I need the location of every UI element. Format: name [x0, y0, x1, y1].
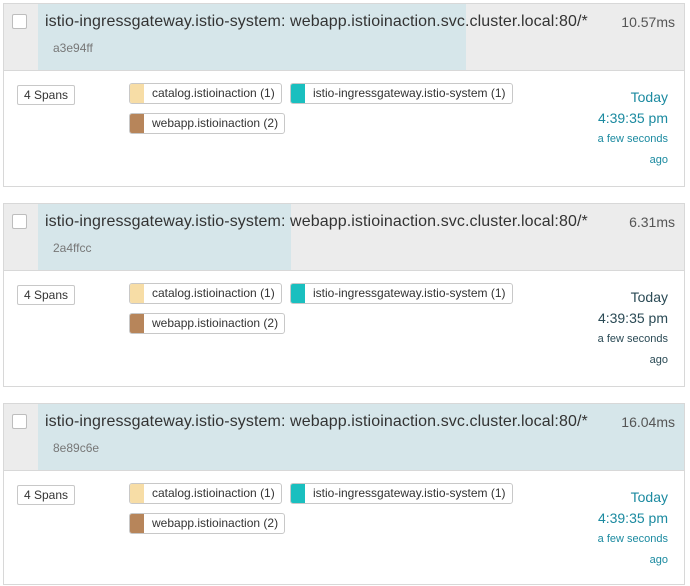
service-tag-catalog[interactable]: catalog.istioinaction (1) [129, 483, 282, 504]
service-tag-catalog[interactable]: catalog.istioinaction (1) [129, 83, 282, 104]
service-color-swatch [291, 84, 305, 103]
trace-card[interactable]: istio-ingressgateway.istio-system: webap… [3, 3, 685, 187]
service-tag-label: istio-ingressgateway.istio-system (1) [313, 86, 506, 100]
service-tag-label: catalog.istioinaction (1) [152, 86, 275, 100]
service-color-swatch [130, 484, 144, 503]
service-tag-webapp[interactable]: webapp.istioinaction (2) [129, 113, 286, 134]
time-ago: ago [649, 554, 668, 566]
service-tag-label: webapp.istioinaction (2) [152, 316, 279, 330]
service-tag-label: webapp.istioinaction (2) [152, 116, 279, 130]
trace-duration: 16.04ms [621, 414, 675, 430]
service-tag-webapp[interactable]: webapp.istioinaction (2) [129, 313, 286, 334]
service-tag-label: webapp.istioinaction (2) [152, 516, 279, 530]
time-day: Today [630, 89, 668, 105]
trace-duration: 10.57ms [621, 14, 675, 30]
trace-card-body: 4 Spans catalog.istioinaction (1) istio-… [4, 71, 684, 186]
time-relative: a few seconds [597, 133, 668, 145]
trace-title[interactable]: istio-ingressgateway.istio-system: webap… [45, 213, 588, 231]
service-color-swatch [130, 314, 144, 333]
trace-select-checkbox[interactable] [12, 14, 27, 29]
trace-card-header[interactable]: istio-ingressgateway.istio-system: webap… [4, 404, 684, 471]
spans-count-badge: 4 Spans [17, 285, 76, 305]
service-tag-label: istio-ingressgateway.istio-system (1) [313, 286, 506, 300]
time-ago: ago [649, 154, 668, 166]
trace-card-body: 4 Spans catalog.istioinaction (1) istio-… [4, 471, 684, 586]
service-color-swatch [291, 484, 305, 503]
time-day: Today [630, 289, 668, 305]
trace-card-header[interactable]: istio-ingressgateway.istio-system: webap… [4, 4, 684, 71]
service-tag-ingressgateway[interactable]: istio-ingressgateway.istio-system (1) [290, 483, 513, 504]
time-clock: 4:39:35 pm [597, 310, 668, 326]
service-tag-label: istio-ingressgateway.istio-system (1) [313, 486, 506, 500]
trace-select-checkbox[interactable] [12, 414, 27, 429]
service-tag-label: catalog.istioinaction (1) [152, 286, 275, 300]
spans-count-badge: 4 Spans [17, 85, 76, 105]
time-relative: a few seconds [597, 533, 668, 545]
service-tag-ingressgateway[interactable]: istio-ingressgateway.istio-system (1) [290, 283, 513, 304]
trace-card-body: 4 Spans catalog.istioinaction (1) istio-… [4, 271, 684, 386]
service-color-swatch [291, 284, 305, 303]
time-ago: ago [649, 354, 668, 366]
trace-id: 2a4ffcc [53, 241, 92, 255]
time-relative: a few seconds [597, 333, 668, 345]
service-color-swatch [130, 284, 144, 303]
service-tag-catalog[interactable]: catalog.istioinaction (1) [129, 283, 282, 304]
spans-count-badge: 4 Spans [17, 485, 76, 505]
service-color-swatch [130, 514, 144, 533]
trace-card[interactable]: istio-ingressgateway.istio-system: webap… [3, 203, 685, 387]
trace-card-header[interactable]: istio-ingressgateway.istio-system: webap… [4, 204, 684, 271]
trace-select-checkbox[interactable] [12, 214, 27, 229]
service-tag-webapp[interactable]: webapp.istioinaction (2) [129, 513, 286, 534]
time-clock: 4:39:35 pm [597, 110, 668, 126]
trace-timestamp: Today 4:39:35 pm a few seconds ago [598, 87, 668, 170]
trace-title[interactable]: istio-ingressgateway.istio-system: webap… [45, 413, 588, 431]
service-tag-label: catalog.istioinaction (1) [152, 486, 275, 500]
trace-id: 8e89c6e [53, 441, 100, 455]
trace-timestamp: Today 4:39:35 pm a few seconds ago [598, 487, 668, 570]
trace-card[interactable]: istio-ingressgateway.istio-system: webap… [3, 403, 685, 585]
service-color-swatch [130, 114, 144, 133]
time-day: Today [630, 489, 668, 505]
trace-id: a3e94ff [53, 41, 93, 55]
trace-title[interactable]: istio-ingressgateway.istio-system: webap… [45, 13, 588, 31]
trace-duration: 6.31ms [629, 214, 675, 230]
service-tag-ingressgateway[interactable]: istio-ingressgateway.istio-system (1) [290, 83, 513, 104]
trace-timestamp: Today 4:39:35 pm a few seconds ago [598, 287, 668, 370]
time-clock: 4:39:35 pm [597, 510, 668, 526]
service-color-swatch [130, 84, 144, 103]
